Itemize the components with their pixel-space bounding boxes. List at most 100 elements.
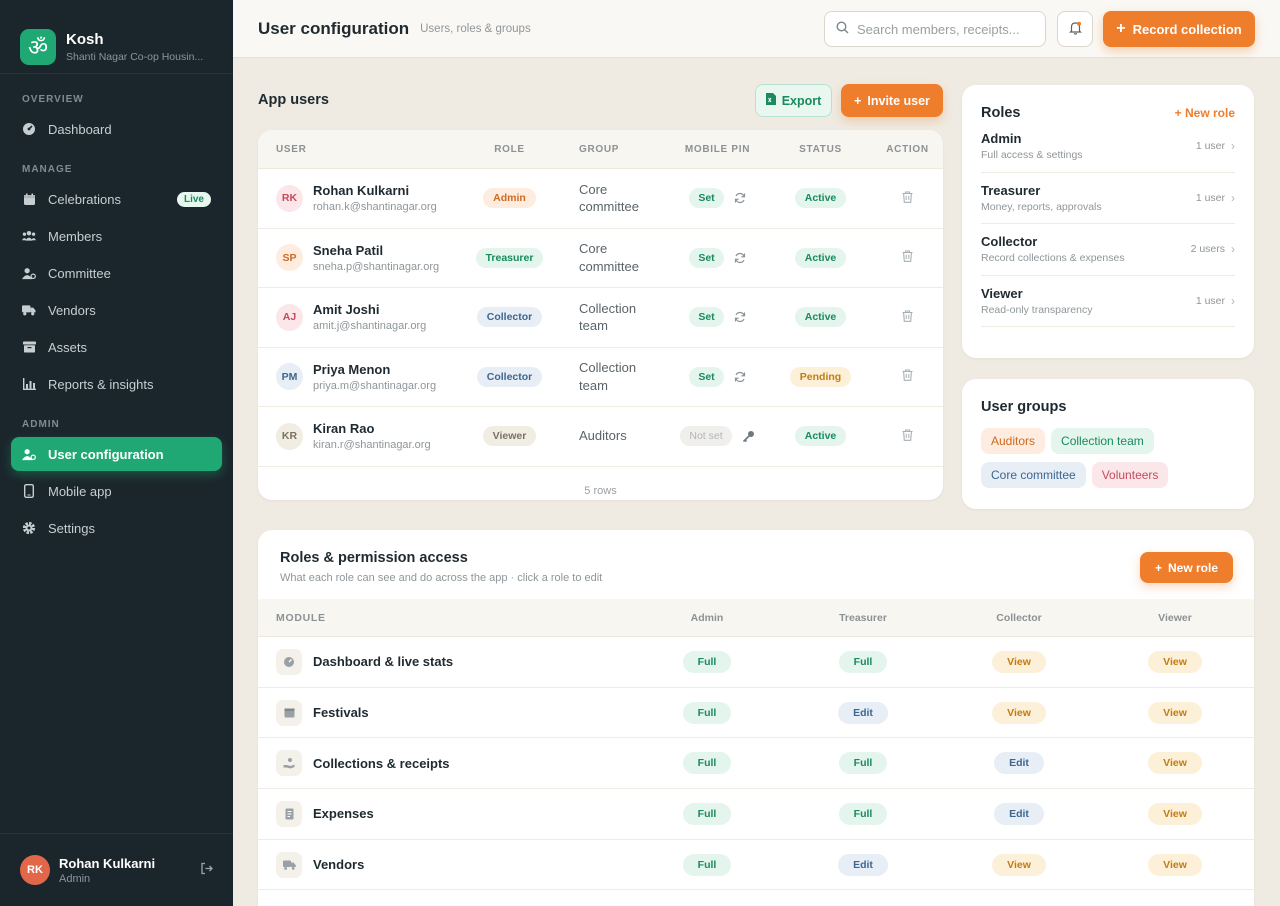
sidebar-item-committee[interactable]: Committee bbox=[11, 256, 222, 290]
role-name: Collector bbox=[981, 234, 1038, 250]
column-header-admin[interactable]: Admin bbox=[629, 612, 785, 624]
permission-badge[interactable]: Full bbox=[838, 752, 888, 775]
sidebar-item-label: Committee bbox=[48, 265, 111, 281]
table-row[interactable]: RK Rohan Kulkarni rohan.k@shantinagar.or… bbox=[258, 169, 943, 229]
sidebar-item-dashboard[interactable]: Dashboard bbox=[11, 112, 222, 146]
table-row[interactable]: AJ Amit Joshi amit.j@shantinagar.org Col… bbox=[258, 288, 943, 348]
table-row[interactable]: SP Sneha Patil sneha.p@shantinagar.org T… bbox=[258, 229, 943, 288]
brand-name: Kosh bbox=[66, 30, 104, 48]
group-tag-collection-team[interactable]: Collection team bbox=[1051, 428, 1154, 454]
permission-badge[interactable]: Full bbox=[682, 701, 732, 724]
logout-icon[interactable] bbox=[200, 862, 213, 878]
refresh-icon[interactable] bbox=[734, 252, 746, 264]
column-header-viewer[interactable]: Viewer bbox=[1097, 612, 1253, 624]
new-role-label: New role bbox=[1168, 560, 1219, 575]
module-name: Festivals bbox=[313, 705, 369, 721]
group-tag-auditors[interactable]: Auditors bbox=[981, 428, 1046, 454]
column-header-treasurer[interactable]: Treasurer bbox=[785, 612, 941, 624]
permission-row[interactable]: Dashboard & live stats Full Full View Vi… bbox=[258, 637, 1254, 688]
search-box[interactable] bbox=[824, 11, 1046, 47]
sidebar-user-footer: RK Rohan Kulkarni Admin bbox=[0, 833, 233, 906]
column-header-action: ACTION bbox=[886, 143, 929, 155]
role-description: Money, reports, approvals bbox=[981, 200, 1102, 213]
permission-badge[interactable]: Full bbox=[682, 752, 732, 775]
permission-badge[interactable]: View bbox=[1148, 701, 1202, 724]
module-name: Collections & receipts bbox=[313, 755, 450, 771]
table-row[interactable]: PM Priya Menon priya.m@shantinagar.org C… bbox=[258, 348, 943, 407]
sidebar-item-assets[interactable]: Assets bbox=[11, 330, 222, 364]
user-name: Amit Joshi bbox=[313, 302, 380, 318]
pin-status-badge: Not set bbox=[680, 426, 732, 447]
permission-badge[interactable]: Full bbox=[838, 802, 888, 825]
user-group: Core committee bbox=[579, 241, 639, 274]
group-tag-core-committee[interactable]: Core committee bbox=[981, 462, 1086, 488]
avatar[interactable]: RK bbox=[20, 855, 50, 885]
permission-badge[interactable]: View bbox=[992, 701, 1046, 724]
sidebar-item-members[interactable]: Members bbox=[11, 219, 222, 253]
trash-icon[interactable] bbox=[902, 250, 913, 265]
search-input[interactable] bbox=[857, 21, 1027, 37]
bar-chart-icon bbox=[22, 377, 36, 391]
refresh-icon[interactable] bbox=[734, 371, 746, 383]
permission-badge[interactable]: View bbox=[992, 853, 1046, 876]
permission-badge[interactable]: View bbox=[1148, 752, 1202, 775]
page-title: User configuration bbox=[258, 18, 410, 38]
permission-badge[interactable]: Edit bbox=[838, 853, 888, 876]
permission-badge[interactable]: Edit bbox=[994, 802, 1044, 825]
permission-badge[interactable]: Full bbox=[838, 650, 888, 673]
new-role-link[interactable]: + New role bbox=[1175, 106, 1235, 120]
role-badge[interactable]: Collector bbox=[476, 307, 543, 328]
export-button[interactable]: Export bbox=[755, 84, 832, 117]
trash-icon[interactable] bbox=[902, 369, 913, 384]
role-badge[interactable]: Collector bbox=[476, 366, 543, 387]
sidebar-item-settings[interactable]: Settings bbox=[11, 511, 222, 545]
record-collection-button[interactable]: + Record collection bbox=[1103, 11, 1255, 47]
key-icon[interactable] bbox=[742, 430, 755, 443]
sidebar-item-reports[interactable]: Reports & insights bbox=[11, 367, 222, 401]
role-item-collector[interactable]: Collector Record collections & expenses 2… bbox=[981, 224, 1235, 276]
permission-row[interactable]: Expenses Full Full Edit View bbox=[258, 789, 1254, 840]
trash-icon[interactable] bbox=[902, 429, 913, 444]
role-badge[interactable]: Admin bbox=[483, 188, 536, 209]
permission-badge[interactable]: View bbox=[1148, 802, 1202, 825]
role-description: Read-only transparency bbox=[981, 303, 1093, 316]
permission-badge[interactable]: Edit bbox=[994, 752, 1044, 775]
permission-badge[interactable]: Full bbox=[682, 853, 732, 876]
permission-badge[interactable]: Full bbox=[682, 802, 732, 825]
permission-badge[interactable]: View bbox=[992, 650, 1046, 673]
avatar: KR bbox=[276, 422, 303, 450]
role-item-viewer[interactable]: Viewer Read-only transparency 1 user › bbox=[981, 276, 1235, 327]
sidebar-item-user-configuration[interactable]: User configuration bbox=[11, 437, 222, 471]
group-tag-volunteers[interactable]: Volunteers bbox=[1091, 462, 1169, 488]
role-badge[interactable]: Viewer bbox=[482, 426, 537, 447]
new-role-button[interactable]: + New role bbox=[1140, 552, 1233, 583]
truck-icon bbox=[22, 303, 36, 317]
trash-icon[interactable] bbox=[902, 310, 913, 325]
permission-row[interactable]: Festivals Full Edit View View bbox=[258, 688, 1254, 739]
brand[interactable]: ॐ Kosh Shanti Nagar Co-op Housin... bbox=[0, 0, 233, 74]
role-item-admin[interactable]: Admin Full access & settings 1 user › bbox=[981, 121, 1235, 173]
notifications-button[interactable] bbox=[1057, 11, 1093, 47]
role-item-treasurer[interactable]: Treasurer Money, reports, approvals 1 use… bbox=[981, 173, 1235, 224]
bell-icon bbox=[1068, 21, 1082, 38]
permissions-card: Roles & permission access What each role… bbox=[258, 530, 1254, 906]
permission-badge[interactable]: View bbox=[1148, 853, 1202, 876]
role-badge[interactable]: Treasurer bbox=[475, 247, 544, 268]
permission-badge[interactable]: Full bbox=[682, 650, 732, 673]
sidebar-item-mobile-app[interactable]: Mobile app bbox=[11, 474, 222, 508]
sidebar-item-label: Members bbox=[48, 228, 103, 244]
sidebar-item-celebrations[interactable]: Celebrations Live bbox=[11, 182, 222, 216]
chevron-right-icon: › bbox=[1231, 242, 1235, 257]
invite-user-button[interactable]: + Invite user bbox=[841, 84, 943, 117]
refresh-icon[interactable] bbox=[734, 192, 746, 204]
sidebar-item-vendors[interactable]: Vendors bbox=[11, 293, 222, 327]
trash-icon[interactable] bbox=[902, 191, 913, 206]
column-header-collector[interactable]: Collector bbox=[941, 612, 1097, 624]
permission-badge[interactable]: View bbox=[1148, 650, 1202, 673]
permission-row[interactable]: Vendors Full Edit View View bbox=[258, 840, 1254, 891]
chevron-right-icon: › bbox=[1231, 293, 1235, 308]
refresh-icon[interactable] bbox=[734, 311, 746, 323]
permission-badge[interactable]: Edit bbox=[838, 701, 888, 724]
table-row[interactable]: KR Kiran Rao kiran.r@shantinagar.org Vie… bbox=[258, 407, 943, 467]
permission-row[interactable]: Collections & receipts Full Full Edit Vi… bbox=[258, 738, 1254, 790]
